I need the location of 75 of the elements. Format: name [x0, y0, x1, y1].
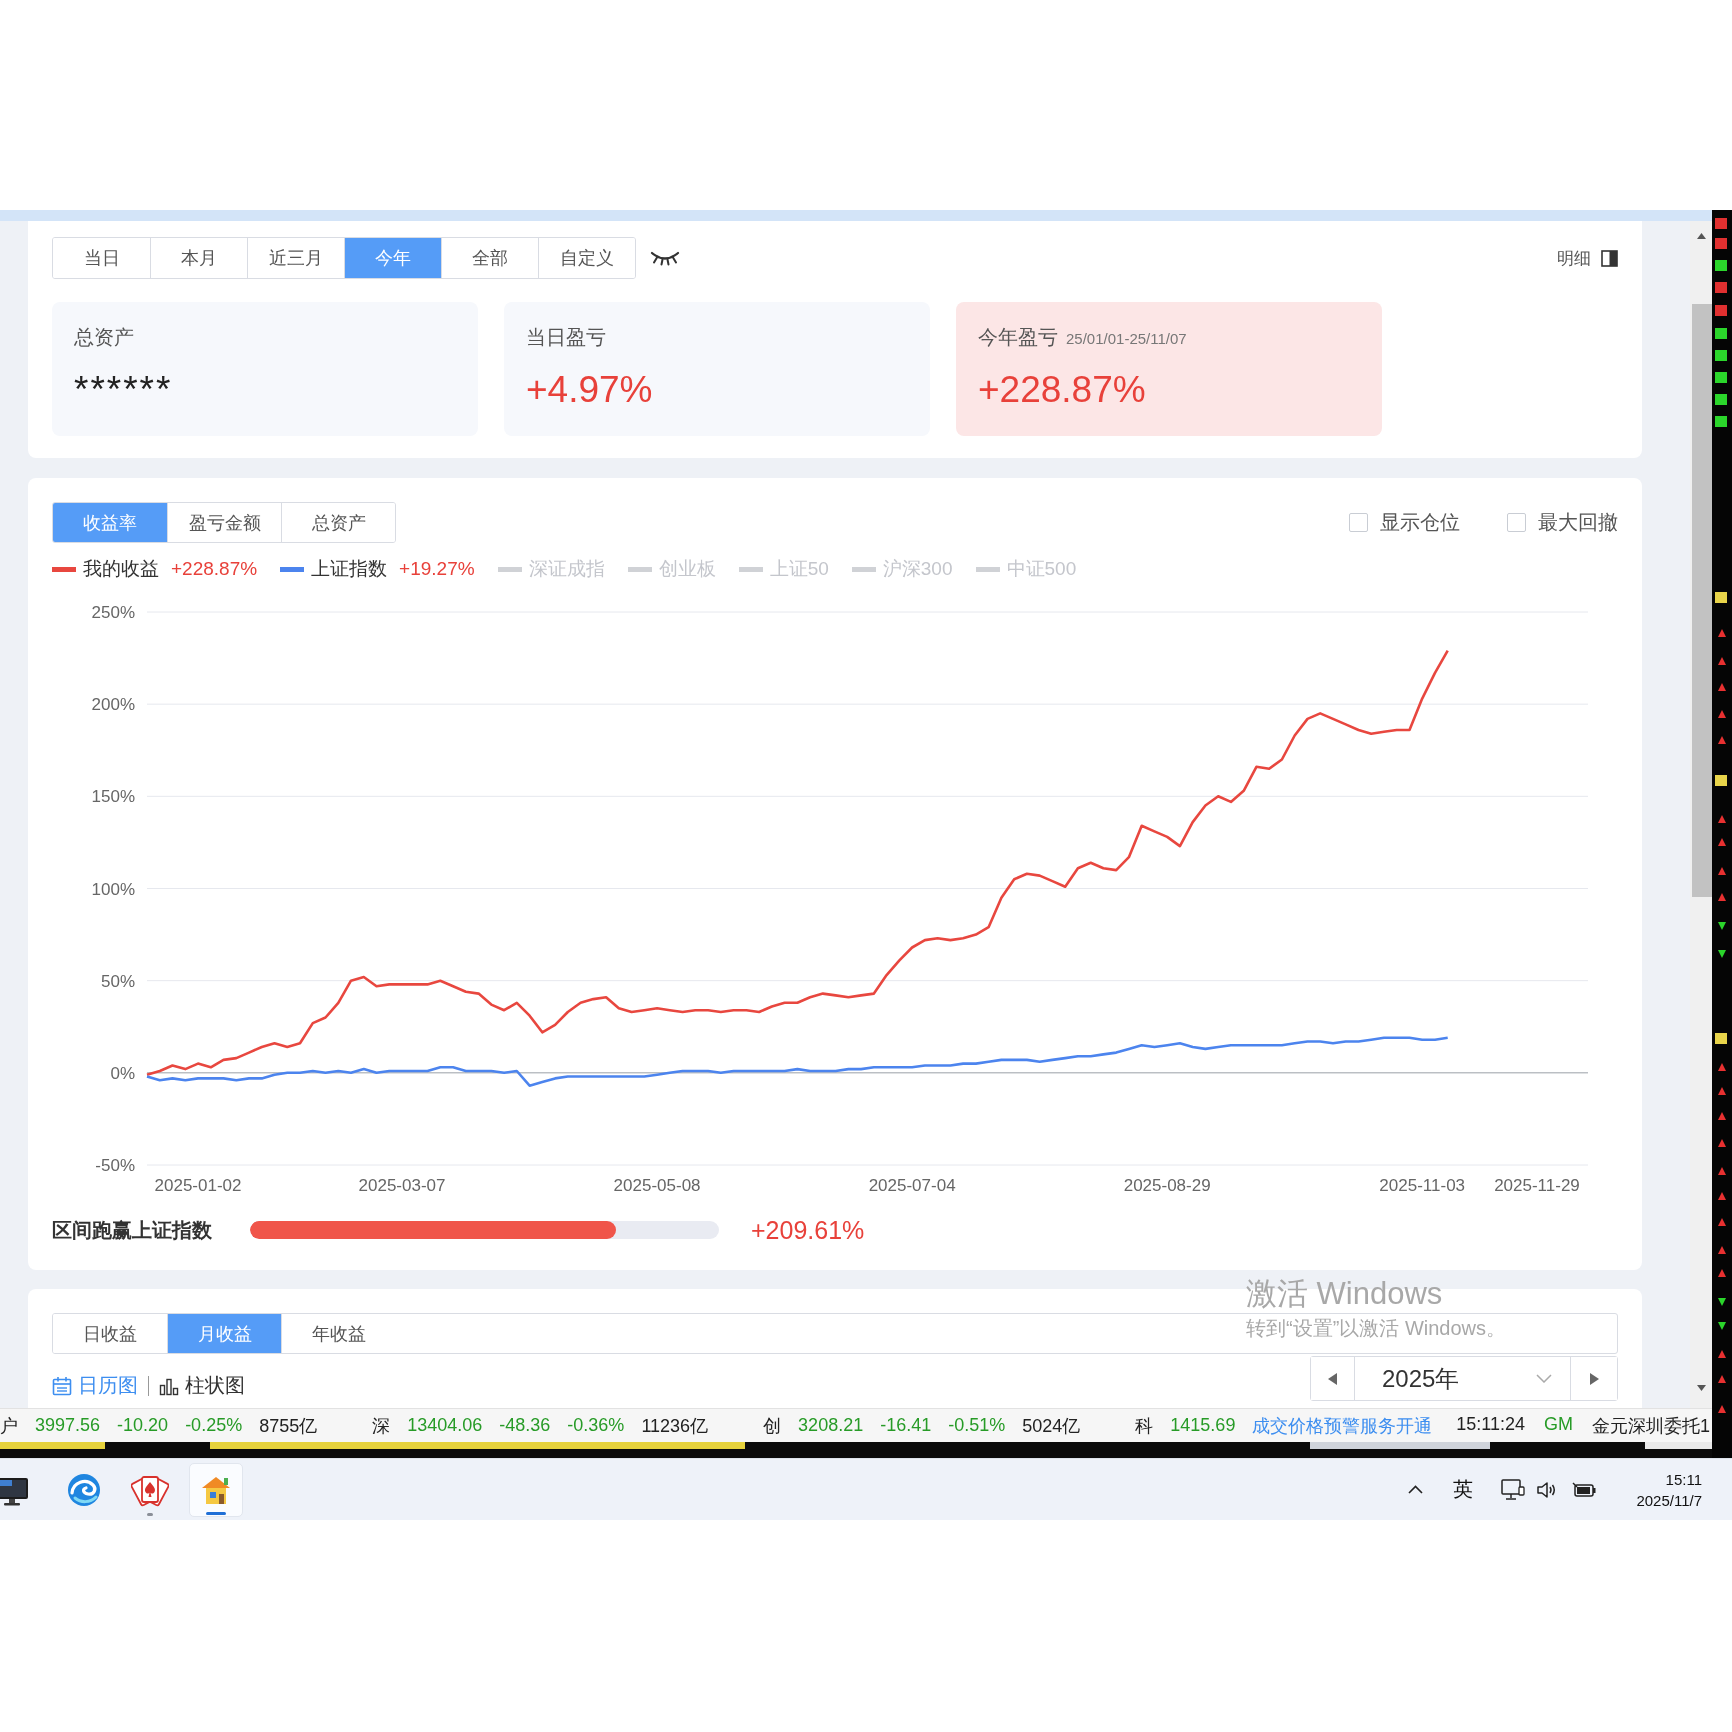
quote-value: -0.36%: [567, 1415, 625, 1436]
calendar-icon: [52, 1375, 72, 1396]
swirl-icon: [66, 1471, 102, 1508]
status-text: 15:11:24: [1456, 1413, 1525, 1436]
market-label: 深: [372, 1414, 391, 1438]
input-method-indicator[interactable]: 英: [1453, 1476, 1474, 1503]
quote-value: 3997.56: [35, 1415, 101, 1436]
card-label: 总资产: [74, 326, 134, 349]
y-axis-label: 250%: [91, 603, 135, 622]
taskbar-clock[interactable]: 15:11 2025/11/7: [1636, 1468, 1732, 1511]
quote-value: -48.36: [499, 1415, 551, 1436]
x-axis-label: 2025-03-07: [358, 1176, 446, 1195]
caret-right-icon: [1589, 1372, 1599, 1385]
previous-year-button[interactable]: [1311, 1357, 1355, 1400]
x-axis-label: 2025-07-04: [868, 1176, 956, 1195]
scrollbar-thumb[interactable]: [1692, 304, 1712, 897]
checkbox-label[interactable]: 最大回撤: [1538, 509, 1618, 536]
next-year-button[interactable]: [1570, 1357, 1617, 1400]
year-dropdown[interactable]: 2025年: [1355, 1357, 1570, 1400]
checkbox[interactable]: [1349, 513, 1368, 532]
scroll-up-icon[interactable]: [1697, 233, 1706, 239]
chevron-down-icon: [1536, 1374, 1552, 1383]
y-axis-label: 200%: [91, 695, 135, 715]
x-axis-label: 2025-11-29: [1494, 1176, 1580, 1195]
chevron-up-icon[interactable]: [1408, 1485, 1424, 1494]
battery-icon[interactable]: [1572, 1481, 1597, 1498]
y-axis-label: 0%: [110, 1063, 135, 1083]
details-button[interactable]: 明细: [1557, 246, 1618, 270]
x-axis-label: 2025-11-03: [1379, 1176, 1466, 1195]
quote-value: 8755亿: [259, 1414, 318, 1438]
quote-value: 3208.21: [798, 1415, 864, 1436]
eye-closed-icon[interactable]: [650, 250, 680, 266]
quote-value: -0.25%: [185, 1415, 243, 1436]
card-label: 今年盈亏: [978, 326, 1058, 349]
checkbox[interactable]: [1507, 513, 1526, 532]
market-label: 户: [0, 1414, 18, 1438]
legend-item[interactable]: 我的收益 +228.87%: [52, 556, 258, 582]
scroll-down-icon[interactable]: [1697, 1385, 1706, 1391]
scrollbar[interactable]: [1690, 221, 1712, 1408]
side-panel-icon: [1601, 249, 1618, 267]
card-label: 当日盈亏: [526, 326, 606, 349]
x-axis-label: 2025-01-02: [154, 1176, 242, 1195]
metric-tab[interactable]: 总资产: [281, 503, 395, 542]
activation-message: 转到“设置”以激活 Windows。: [1246, 1316, 1506, 1341]
status-text: GM: [1544, 1413, 1573, 1436]
caret-left-icon: [1328, 1372, 1337, 1385]
quote-value: -0.51%: [948, 1415, 1006, 1436]
quote-value: 13404.06: [407, 1415, 483, 1436]
quote-value: -10.20: [117, 1415, 169, 1436]
x-axis-label: 2025-08-29: [1123, 1176, 1211, 1195]
legend-item[interactable]: 上证指数 +19.27%: [280, 556, 475, 582]
quote-value: -16.41: [880, 1415, 932, 1436]
outperformance-value: +209.61%: [751, 1215, 865, 1245]
speaker-icon[interactable]: [1537, 1480, 1558, 1499]
outperformance-label: 区间跑赢上证指数: [52, 1217, 213, 1243]
y-axis-label: 50%: [100, 971, 135, 991]
checkbox-label[interactable]: 显示仓位: [1380, 509, 1460, 536]
y-axis-label: 100%: [91, 879, 135, 899]
status-text: 金元深圳委托1: [1592, 1414, 1710, 1438]
market-label: 科: [1135, 1414, 1154, 1438]
date-range: 25/01/01-25/11/07: [1066, 330, 1187, 347]
quote-value: 5024亿: [1022, 1414, 1081, 1438]
market-label: 创: [763, 1414, 782, 1438]
quote-value: 1415.69: [1170, 1415, 1236, 1436]
view-link[interactable]: 柱状图: [159, 1372, 245, 1399]
x-axis-label: 2025-05-08: [613, 1176, 701, 1195]
period-tab[interactable]: 自定义: [538, 238, 635, 278]
quote-value: 11236亿: [641, 1414, 709, 1438]
card-value: ******: [74, 369, 173, 410]
monitor-icon[interactable]: [1501, 1478, 1526, 1501]
card-value: +4.97%: [526, 369, 653, 410]
y-axis-label: -50%: [95, 1156, 135, 1175]
card-value: +228.87%: [978, 369, 1146, 410]
activation-title: 激活 Windows: [1246, 1276, 1444, 1312]
y-axis-label: 150%: [91, 787, 135, 807]
